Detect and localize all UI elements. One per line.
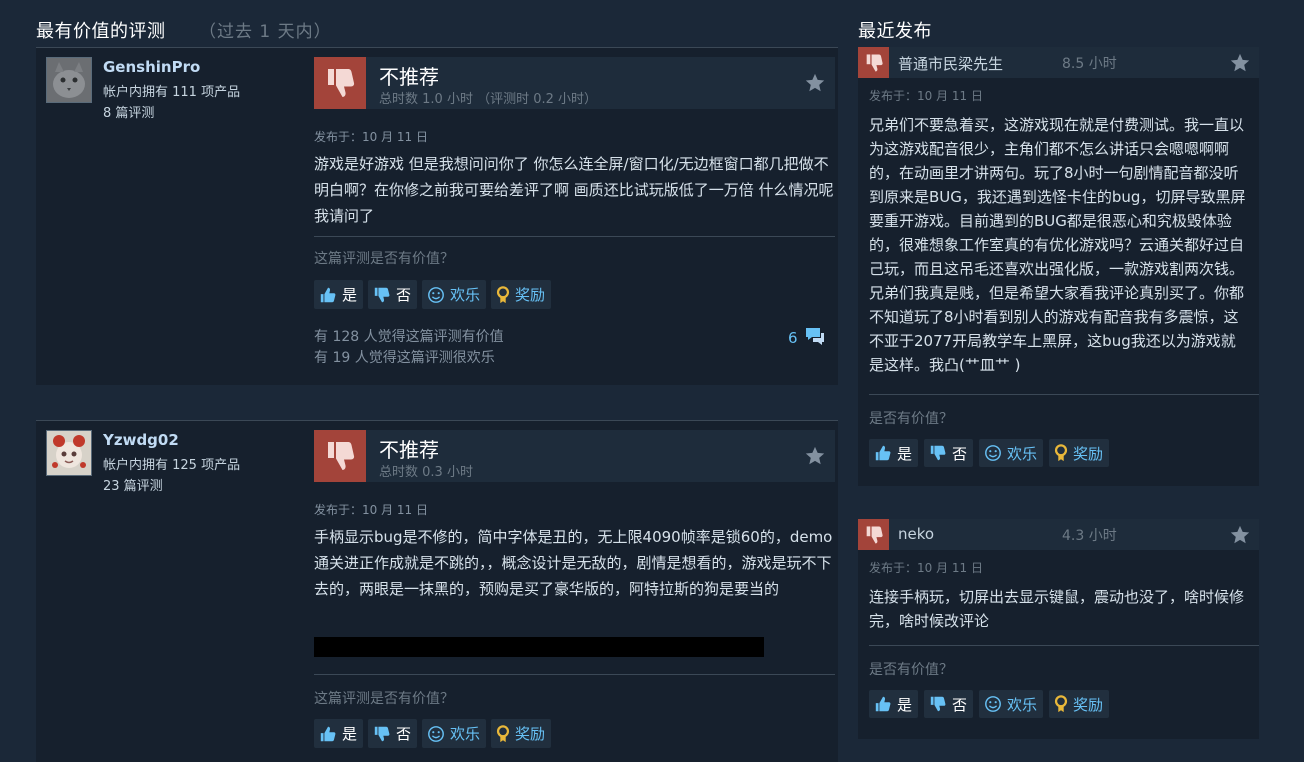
thumbs-down-icon bbox=[929, 695, 947, 713]
thumbs-down-icon bbox=[373, 286, 391, 304]
helpful-question: 是否有价值？ bbox=[869, 411, 953, 427]
star-icon[interactable] bbox=[804, 72, 826, 98]
comment-bubble-icon bbox=[804, 326, 826, 350]
smiley-icon bbox=[984, 444, 1002, 462]
recent-reviewer-name[interactable]: neko bbox=[898, 525, 934, 543]
vote-no-button[interactable]: 否 bbox=[924, 439, 974, 467]
vote-header[interactable]: 不推荐 总时数 1.0 小时 （评测时 0.2 小时） bbox=[314, 57, 835, 109]
recent-review-hours: 4.3 小时 bbox=[1062, 528, 1117, 544]
award-button[interactable]: 奖励 bbox=[1049, 439, 1110, 467]
vote-yes-button[interactable]: 是 bbox=[869, 690, 919, 718]
recent-review-header[interactable]: 普通市民梁先生 8.5 小时 bbox=[858, 47, 1259, 78]
award-icon bbox=[1054, 444, 1068, 462]
vote-button-row: 是 否 欢乐 奖励 bbox=[314, 280, 552, 309]
vote-yes-button[interactable]: 是 bbox=[314, 280, 364, 309]
reviewer-name[interactable]: GenshinPro bbox=[103, 58, 200, 76]
comment-count-value: 6 bbox=[788, 329, 798, 347]
recent-reviewer-name[interactable]: 普通市民梁先生 bbox=[898, 53, 1003, 74]
thumbs-up-icon bbox=[874, 695, 892, 713]
review-card: Yzwdg02 帐户内拥有 125 项产品 23 篇评测 不推荐 总时数 0.3… bbox=[36, 420, 838, 762]
thumbs-up-icon bbox=[874, 444, 892, 462]
comment-count[interactable]: 6 bbox=[788, 326, 826, 350]
reviewer-review-count[interactable]: 8 篇评测 bbox=[103, 103, 154, 124]
helpful-question: 是否有价值？ bbox=[869, 662, 953, 678]
posted-date: 发布于：10 月 11 日 bbox=[314, 130, 428, 144]
helpful-count: 有 128 人觉得这篇评测有价值 bbox=[314, 329, 504, 345]
review-text: 游戏是好游戏 但是我想问问你了 你怎么连全屏/窗口化/无边框窗口都几把做不明白啊… bbox=[314, 155, 834, 225]
smiley-icon bbox=[984, 695, 1002, 713]
most-helpful-subtitle: （过去 1 天内） bbox=[199, 22, 332, 42]
helpful-question: 这篇评测是否有价值？ bbox=[314, 691, 454, 707]
divider bbox=[869, 394, 1259, 395]
star-icon[interactable] bbox=[804, 445, 826, 471]
star-icon[interactable] bbox=[1229, 524, 1251, 550]
star-icon[interactable] bbox=[1229, 52, 1251, 78]
divider bbox=[869, 645, 1259, 646]
reviewer-products[interactable]: 帐户内拥有 111 项产品 bbox=[103, 82, 240, 103]
divider bbox=[314, 674, 835, 675]
smiley-icon bbox=[427, 286, 445, 304]
recent-title: 最近发布 bbox=[858, 21, 932, 42]
thumbs-down-icon bbox=[373, 725, 391, 743]
most-helpful-title: 最有价值的评测 bbox=[36, 21, 166, 42]
vote-no-button[interactable]: 否 bbox=[368, 280, 418, 309]
posted-date: 发布于：10 月 11 日 bbox=[314, 503, 428, 517]
verdict-title[interactable]: 不推荐 bbox=[379, 61, 439, 90]
award-button[interactable]: 奖励 bbox=[1049, 690, 1110, 718]
thumbs-up-icon bbox=[319, 725, 337, 743]
divider bbox=[314, 236, 835, 237]
thumbs-up-icon bbox=[319, 286, 337, 304]
vote-button-row: 是 否 欢乐 奖励 bbox=[869, 690, 1110, 718]
verdict-title[interactable]: 不推荐 bbox=[379, 434, 439, 463]
review-text: 连接手柄玩，切屏出去显示键鼠，震动也没了，啥时候修完，啥时候改评论 bbox=[869, 588, 1245, 630]
posted-date: 发布于：10 月 11 日 bbox=[869, 89, 983, 103]
recent-review-header[interactable]: neko 4.3 小时 bbox=[858, 519, 1259, 550]
smiley-icon bbox=[427, 725, 445, 743]
spoiler-block[interactable] bbox=[314, 637, 764, 657]
award-icon bbox=[496, 285, 510, 304]
vote-yes-button[interactable]: 是 bbox=[869, 439, 919, 467]
vote-no-button[interactable]: 否 bbox=[924, 690, 974, 718]
vote-no-button[interactable]: 否 bbox=[368, 719, 418, 748]
recent-review-card: neko 4.3 小时 发布于：10 月 11 日 连接手柄玩，切屏出去显示键鼠… bbox=[858, 519, 1259, 739]
review-text: 兄弟们不要急着买，这游戏现在就是付费测试。我一直以为这游戏配音很少，主角们都不怎… bbox=[869, 116, 1246, 374]
thumbs-down-icon bbox=[314, 430, 366, 482]
hours-on-record: 总时数 1.0 小时 （评测时 0.2 小时） bbox=[379, 92, 598, 107]
award-button[interactable]: 奖励 bbox=[491, 280, 552, 309]
avatar[interactable] bbox=[46, 430, 92, 476]
funny-count: 有 19 人觉得这篇评测很欢乐 bbox=[314, 350, 495, 366]
vote-funny-button[interactable]: 欢乐 bbox=[422, 280, 487, 309]
vote-button-row: 是 否 欢乐 奖励 bbox=[869, 439, 1110, 467]
award-icon bbox=[1054, 695, 1068, 713]
helpful-question: 这篇评测是否有价值？ bbox=[314, 251, 454, 267]
posted-date: 发布于：10 月 11 日 bbox=[869, 561, 983, 575]
vote-funny-button[interactable]: 欢乐 bbox=[979, 690, 1044, 718]
recent-review-hours: 8.5 小时 bbox=[1062, 56, 1117, 72]
review-text: 手柄显示bug是不修的，简中字体是丑的，无上限4090帧率是锁60的，demo通… bbox=[314, 528, 833, 598]
award-icon bbox=[496, 724, 510, 743]
vote-header[interactable]: 不推荐 总时数 0.3 小时 bbox=[314, 430, 835, 482]
avatar[interactable] bbox=[46, 57, 92, 103]
thumbs-down-icon bbox=[929, 444, 947, 462]
reviewer-review-count[interactable]: 23 篇评测 bbox=[103, 476, 163, 497]
hours-on-record: 总时数 0.3 小时 bbox=[379, 465, 473, 480]
reviewer-products[interactable]: 帐户内拥有 125 项产品 bbox=[103, 455, 240, 476]
thumbs-down-icon bbox=[858, 519, 889, 550]
review-card: GenshinPro 帐户内拥有 111 项产品 8 篇评测 不推荐 总时数 1… bbox=[36, 47, 838, 385]
recent-review-card: 普通市民梁先生 8.5 小时 发布于：10 月 11 日 兄弟们不要急着买，这游… bbox=[858, 47, 1259, 486]
thumbs-down-icon bbox=[314, 57, 366, 109]
vote-funny-button[interactable]: 欢乐 bbox=[422, 719, 487, 748]
thumbs-down-icon bbox=[858, 47, 889, 78]
reviewer-name[interactable]: Yzwdg02 bbox=[103, 431, 179, 449]
award-button[interactable]: 奖励 bbox=[491, 719, 552, 748]
vote-button-row: 是 否 欢乐 奖励 bbox=[314, 719, 552, 748]
vote-yes-button[interactable]: 是 bbox=[314, 719, 364, 748]
vote-funny-button[interactable]: 欢乐 bbox=[979, 439, 1044, 467]
